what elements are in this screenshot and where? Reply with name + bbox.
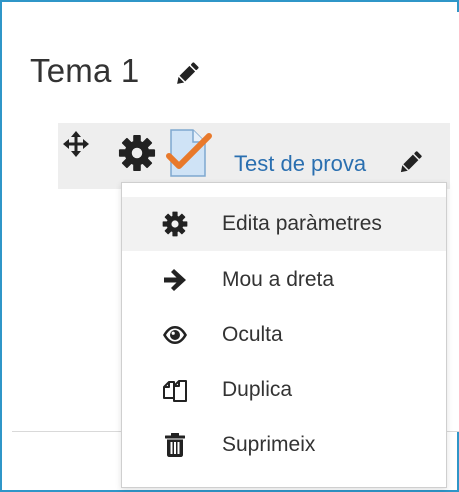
menu-item-label: Edita paràmetres <box>222 212 382 235</box>
copy-icon <box>163 380 187 402</box>
trash-icon <box>165 433 185 457</box>
menu-item-hide[interactable]: Oculta <box>122 308 446 362</box>
menu-item-move-right[interactable]: Mou a dreta <box>122 253 446 307</box>
action-menu: Edita paràmetres Mou a dreta Oculta Dupl… <box>121 182 447 488</box>
menu-item-label: Duplica <box>222 378 293 401</box>
menu-item-delete[interactable]: Suprimeix <box>122 418 446 472</box>
eye-icon <box>163 326 187 344</box>
gear-icon <box>162 211 188 237</box>
quiz-file-icon <box>166 129 212 177</box>
move-icon[interactable] <box>63 131 89 157</box>
section-title: Tema 1 <box>30 52 140 89</box>
gear-icon[interactable] <box>118 134 156 172</box>
pencil-icon[interactable] <box>171 58 203 90</box>
menu-item-edit-settings[interactable]: Edita paràmetres <box>122 197 446 251</box>
menu-item-label: Mou a dreta <box>222 268 335 291</box>
menu-item-label: Suprimeix <box>222 433 316 456</box>
menu-item-label: Oculta <box>222 323 283 346</box>
menu-item-duplicate[interactable]: Duplica <box>122 363 446 417</box>
arrow-right-icon <box>164 269 186 291</box>
pencil-icon[interactable] <box>395 147 426 178</box>
activity-link[interactable]: Test de prova <box>234 151 366 177</box>
